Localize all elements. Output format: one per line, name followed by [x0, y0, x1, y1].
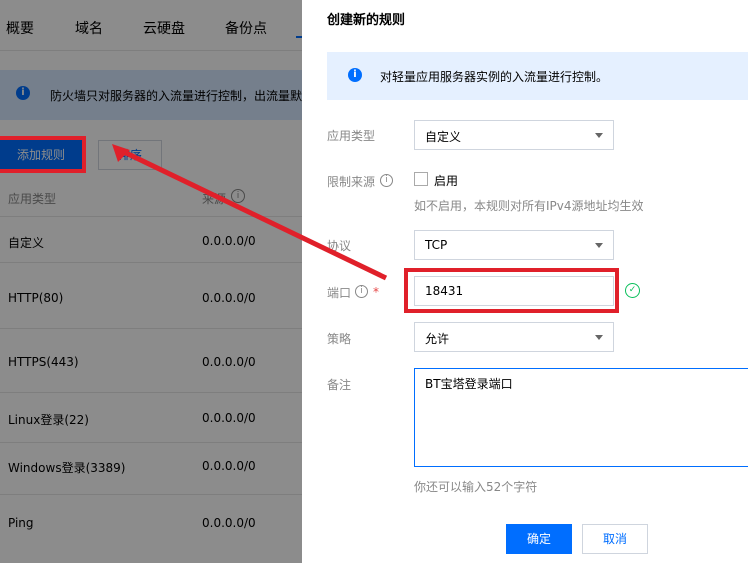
remark-textarea[interactable]: BT宝塔登录端口 — [414, 368, 748, 467]
remark-hint: 你还可以输入52个字符 — [414, 480, 538, 494]
check-circle-icon: ✓ — [625, 283, 640, 298]
protocol-select[interactable]: TCP — [414, 230, 614, 260]
modal-overlay[interactable] — [0, 0, 302, 563]
remark-label: 备注 — [327, 378, 352, 392]
dialog-title: 创建新的规则 — [327, 13, 406, 28]
source-hint: 如不启用，本规则对所有IPv4源地址均生效 — [414, 199, 644, 213]
dialog-info-text: 对轻量应用服务器实例的入流量进行控制。 — [380, 70, 609, 84]
info-icon: i — [348, 68, 362, 82]
question-icon[interactable]: i — [380, 174, 393, 187]
enable-label[interactable]: 启用 — [434, 172, 458, 189]
cancel-button[interactable]: 取消 — [582, 524, 648, 554]
chevron-down-icon — [595, 243, 603, 248]
question-icon[interactable]: i — [355, 285, 368, 298]
annotation-box-port — [404, 268, 619, 313]
confirm-button[interactable]: 确定 — [506, 524, 572, 554]
enable-source-checkbox[interactable] — [414, 172, 428, 186]
protocol-label: 协议 — [327, 239, 352, 253]
policy-label: 策略 — [327, 332, 352, 346]
required-star: * — [373, 285, 379, 299]
app-type-value: 自定义 — [425, 130, 462, 144]
chevron-down-icon — [595, 133, 603, 138]
annotation-box-add-rule — [0, 136, 86, 173]
protocol-value: TCP — [425, 238, 448, 252]
app-type-select[interactable]: 自定义 — [414, 120, 614, 150]
source-label: 限制来源 — [327, 175, 376, 189]
policy-value: 允许 — [425, 332, 450, 346]
policy-select[interactable]: 允许 — [414, 322, 614, 352]
chevron-down-icon — [595, 335, 603, 340]
app-type-label: 应用类型 — [327, 129, 376, 143]
port-label: 端口 — [327, 286, 352, 300]
